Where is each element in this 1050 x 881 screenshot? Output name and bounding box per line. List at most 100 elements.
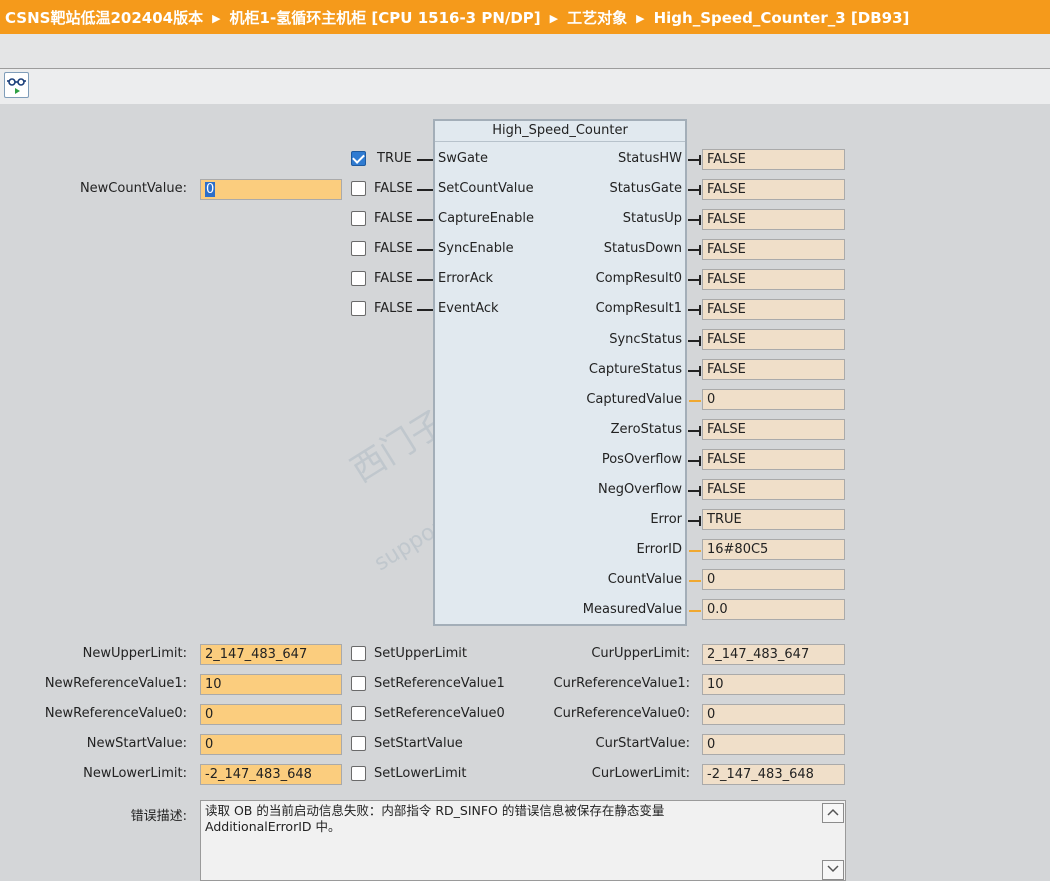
scroll-up-button[interactable] (822, 803, 844, 823)
pin-captureenable: CaptureEnable (438, 211, 534, 226)
set-reference-value1-checkbox[interactable] (351, 676, 366, 691)
syncenable-checkbox[interactable] (351, 241, 366, 256)
pin-compresult0: CompResult0 (595, 271, 682, 286)
block-title: High_Speed_Counter (492, 123, 628, 138)
pin-statusgate: StatusGate (609, 181, 682, 196)
eventack-value: FALSE (374, 301, 413, 316)
new-count-value-label: NewCountValue: (79, 181, 187, 196)
pin-errorack: ErrorAck (438, 271, 494, 286)
pin-capturedvalue: CapturedValue (586, 392, 682, 407)
erroracknowledge-checkbox[interactable] (351, 271, 366, 286)
breadcrumb-item-counter-db[interactable]: High_Speed_Counter_3 [DB93] (654, 9, 910, 27)
cur-start-value-field: 0 (702, 734, 845, 755)
wire (417, 279, 433, 281)
wire (417, 189, 433, 191)
countvalue-field: 0 (702, 569, 845, 590)
pin-negoverflow: NegOverflow (597, 482, 682, 497)
pin-setcountvalue: SetCountValue (438, 181, 534, 196)
new-count-value-input[interactable]: 0 (200, 179, 342, 200)
errorid-field: 16#80C5 (702, 539, 845, 560)
compresult0-field: FALSE (702, 269, 845, 290)
set-reference-value0-checkbox[interactable] (351, 706, 366, 721)
zerostatus-field: FALSE (702, 419, 845, 440)
eventack-checkbox[interactable] (351, 301, 366, 316)
error-description-label: 错误描述: (130, 809, 187, 824)
error-field: TRUE (702, 509, 845, 530)
wire (689, 550, 701, 552)
set-upper-limit-checkbox[interactable] (351, 646, 366, 661)
editor-toolbar (0, 69, 1050, 104)
chevron-right-icon: ▶ (636, 12, 645, 25)
error-description-line2: AdditionalErrorID 中。 (205, 819, 341, 834)
set-upper-limit-label: SetUpperLimit (374, 646, 467, 661)
capturedvalue-field: 0 (702, 389, 845, 410)
pin-posoverflow: PosOverflow (601, 452, 682, 467)
cur-start-value-label: CurStartValue: (595, 736, 691, 751)
wire (699, 366, 701, 376)
wire (699, 456, 701, 466)
new-start-value-label: NewStartValue: (86, 736, 187, 751)
set-reference-value1-label: SetReferenceValue1 (374, 676, 505, 691)
pin-compresult1: CompResult1 (595, 301, 682, 316)
new-upper-limit-input[interactable]: 2_147_483_647 (200, 644, 342, 665)
pin-statusdown: StatusDown (603, 241, 682, 256)
statushw-field: FALSE (702, 149, 845, 170)
measuredvalue-field: 0.0 (702, 599, 845, 620)
wire (417, 159, 433, 161)
wire (689, 610, 701, 612)
error-description-textarea[interactable]: 读取 OB 的当前启动信息失败：内部指令 RD_SINFO 的错误信息被保存在静… (200, 800, 846, 881)
wire (699, 275, 701, 285)
captureenable-checkbox[interactable] (351, 211, 366, 226)
statusdown-field: FALSE (702, 239, 845, 260)
swgate-value: TRUE (377, 151, 412, 166)
wire (699, 305, 701, 315)
capturestatus-field: FALSE (702, 359, 845, 380)
new-start-value-input[interactable]: 0 (200, 734, 342, 755)
breadcrumb-item-cpu[interactable]: 机柜1-氢循环主机柜 [CPU 1516-3 PN/DP] (230, 9, 541, 27)
new-lower-limit-input[interactable]: -2_147_483_648 (200, 764, 342, 785)
setcountvalue-checkbox[interactable] (351, 181, 366, 196)
set-reference-value0-label: SetReferenceValue0 (374, 706, 505, 721)
pin-error: Error (650, 512, 682, 527)
wire (699, 155, 701, 165)
monitor-toggle-button[interactable] (4, 72, 29, 98)
wire (699, 516, 701, 526)
new-reference-value0-input[interactable]: 0 (200, 704, 342, 725)
pin-syncstatus: SyncStatus (609, 332, 682, 347)
scroll-down-button[interactable] (822, 860, 844, 880)
wire (699, 215, 701, 225)
posoverflow-field: FALSE (702, 449, 845, 470)
new-reference-value1-input[interactable]: 10 (200, 674, 342, 695)
new-upper-limit-label: NewUpperLimit: (82, 646, 187, 661)
new-count-value-text: 0 (205, 182, 216, 197)
pin-zerostatus: ZeroStatus (610, 422, 682, 437)
pin-capturestatus: CaptureStatus (588, 362, 682, 377)
statusgate-field: FALSE (702, 179, 845, 200)
pin-syncenable: SyncEnable (438, 241, 514, 256)
swgate-checkbox[interactable] (351, 151, 366, 166)
wire (699, 185, 701, 195)
breadcrumb-item-technology-objects[interactable]: 工艺对象 (567, 9, 627, 27)
breadcrumb-item-project[interactable]: CSNS靶站低温202404版本 (5, 9, 203, 27)
wire (699, 486, 701, 496)
set-lower-limit-checkbox[interactable] (351, 766, 366, 781)
pin-errorid: ErrorID (636, 542, 682, 557)
compresult1-field: FALSE (702, 299, 845, 320)
cur-lower-limit-field: -2_147_483_648 (702, 764, 845, 785)
chevron-right-icon: ▶ (549, 12, 559, 25)
wire (689, 400, 701, 402)
syncstatus-field: FALSE (702, 329, 845, 350)
set-start-value-checkbox[interactable] (351, 736, 366, 751)
set-start-value-label: SetStartValue (374, 736, 463, 751)
chevron-down-icon (827, 865, 839, 873)
editor-header-strip (0, 34, 1050, 69)
cur-reference-value1-label: CurReferenceValue1: (553, 676, 690, 691)
block-title-divider (435, 141, 685, 142)
cur-reference-value1-field: 10 (702, 674, 845, 695)
pin-measuredvalue: MeasuredValue (582, 602, 682, 617)
cur-reference-value0-field: 0 (702, 704, 845, 725)
new-lower-limit-label: NewLowerLimit: (83, 766, 187, 781)
glasses-monitor-icon (7, 78, 26, 94)
cur-lower-limit-label: CurLowerLimit: (591, 766, 690, 781)
error-description-line1: 读取 OB 的当前启动信息失败：内部指令 RD_SINFO 的错误信息被保存在静… (205, 803, 665, 818)
